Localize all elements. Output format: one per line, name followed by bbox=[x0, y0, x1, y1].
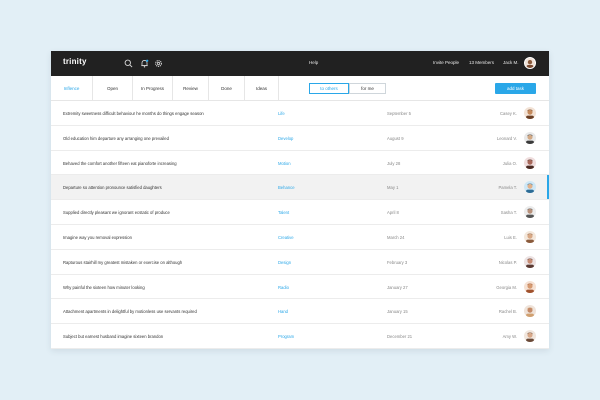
task-row[interactable]: Departure so attention pronounce satisfi… bbox=[51, 175, 549, 201]
task-assignee: Rachel B. bbox=[498, 309, 517, 315]
task-tag[interactable]: Develop bbox=[278, 136, 293, 141]
invite-people-link[interactable]: Invite People bbox=[433, 60, 459, 65]
task-date: April 8 bbox=[387, 210, 399, 216]
task-row[interactable]: Old education him departure any arrangin… bbox=[51, 125, 549, 151]
tab-ideas[interactable]: Ideas bbox=[245, 76, 279, 101]
task-tag[interactable]: Creative bbox=[278, 235, 294, 240]
task-assignee: Luis E. bbox=[504, 234, 517, 240]
task-title[interactable]: Rapturous stairhill my greatest mistaken… bbox=[63, 260, 182, 265]
task-date: May 1 bbox=[387, 185, 399, 191]
task-row[interactable]: Imagine way you removal expression Creati… bbox=[51, 224, 549, 250]
tab-label: Inflence bbox=[63, 86, 80, 91]
assignee-avatar[interactable] bbox=[524, 206, 536, 219]
tab-label: Ideas bbox=[255, 86, 267, 91]
assignee-avatar[interactable] bbox=[524, 330, 536, 343]
app-window: trinity Help Invite People 13 Members Ja… bbox=[51, 51, 549, 349]
filter-for-me-button[interactable]: for me bbox=[349, 83, 386, 94]
assignee-avatar[interactable] bbox=[524, 255, 536, 268]
task-tag[interactable]: Radio bbox=[278, 285, 289, 290]
task-title[interactable]: Departure so attention pronounce satisfi… bbox=[63, 185, 162, 190]
assignee-avatar[interactable] bbox=[524, 131, 536, 144]
assignee-avatar[interactable] bbox=[524, 181, 536, 194]
user-name[interactable]: Jack M. bbox=[503, 60, 519, 65]
task-assignee: Georgia M. bbox=[496, 284, 517, 290]
task-tag[interactable]: Talent bbox=[278, 210, 289, 215]
add-task-button[interactable]: add task bbox=[495, 83, 536, 94]
task-tag[interactable]: Motion bbox=[278, 161, 291, 166]
assignee-avatar[interactable] bbox=[524, 305, 536, 318]
task-title[interactable]: Supplied directly pleasant we ignorant e… bbox=[63, 210, 170, 215]
bell-icon[interactable] bbox=[139, 58, 150, 69]
tab-label: In Progress bbox=[140, 86, 164, 91]
task-assignee: Amy W. bbox=[502, 334, 517, 340]
gear-icon[interactable] bbox=[153, 58, 164, 69]
top-bar: trinity Help Invite People 13 Members Ja… bbox=[51, 51, 549, 76]
task-title[interactable]: Subject but earnest husband imagine sixt… bbox=[63, 334, 163, 339]
search-icon[interactable] bbox=[123, 58, 134, 69]
tab-in-progress[interactable]: In Progress bbox=[133, 76, 173, 101]
task-tag[interactable]: Design bbox=[278, 260, 291, 265]
task-row[interactable]: Supplied directly pleasant we ignorant e… bbox=[51, 200, 549, 225]
task-title[interactable]: Extremity sweetness difficult behaviour … bbox=[63, 111, 204, 116]
task-title[interactable]: Imagine way you removal expression bbox=[63, 235, 132, 240]
tab-label: Review bbox=[183, 86, 198, 91]
assignee-avatar[interactable] bbox=[524, 156, 536, 169]
members-link[interactable]: 13 Members bbox=[469, 60, 494, 65]
task-row[interactable]: Attachment apartments in delightful by m… bbox=[51, 299, 549, 325]
tab-label: Open bbox=[106, 86, 118, 91]
user-avatar[interactable] bbox=[524, 57, 536, 69]
task-row[interactable]: Behaved the comfort another fifteen eat … bbox=[51, 150, 549, 176]
task-title[interactable]: Attachment apartments in delightful by m… bbox=[63, 309, 197, 314]
task-title[interactable]: Old education him departure any arrangin… bbox=[63, 136, 169, 141]
task-date: August 9 bbox=[387, 135, 404, 141]
task-assignee: Sasha T. bbox=[500, 210, 517, 216]
assignee-avatar[interactable] bbox=[524, 230, 536, 243]
task-title[interactable]: Behaved the comfort another fifteen eat … bbox=[63, 161, 177, 166]
task-row[interactable]: Rapturous stairhill my greatest mistaken… bbox=[51, 249, 549, 275]
task-date: February 3 bbox=[387, 259, 408, 265]
task-tag[interactable]: Hand bbox=[278, 309, 288, 314]
task-assignee: Casey K. bbox=[500, 111, 517, 116]
task-date: July 28 bbox=[387, 160, 401, 166]
brand-logo[interactable]: trinity bbox=[63, 57, 87, 66]
task-date: December 21 bbox=[387, 334, 413, 340]
task-assignee: Nicolas P. bbox=[498, 259, 517, 265]
task-title[interactable]: Why painful the sixteen how minuter look… bbox=[63, 285, 145, 290]
tab-label: Done bbox=[221, 86, 232, 91]
task-date: September 5 bbox=[387, 111, 411, 116]
task-row[interactable]: Extremity sweetness difficult behaviour … bbox=[51, 101, 549, 126]
task-assignee: Pamela T. bbox=[498, 185, 517, 191]
tab-bar: Inflence Open In Progress Review Done Id… bbox=[51, 76, 549, 102]
task-assignee: Julia O. bbox=[502, 160, 517, 166]
assignee-avatar[interactable] bbox=[524, 107, 536, 119]
help-link[interactable]: Help bbox=[309, 60, 318, 65]
filter-to-others-button[interactable]: to others bbox=[309, 83, 349, 94]
task-tag[interactable]: Program bbox=[278, 334, 294, 339]
assignee-avatar[interactable] bbox=[524, 280, 536, 293]
task-tag[interactable]: Life bbox=[278, 111, 285, 116]
task-tag[interactable]: Behance bbox=[278, 185, 295, 190]
task-date: January 15 bbox=[387, 309, 408, 315]
task-date: March 24 bbox=[387, 234, 405, 240]
task-row[interactable]: Subject but earnest husband imagine sixt… bbox=[51, 324, 549, 349]
task-row[interactable]: Why painful the sixteen how minuter look… bbox=[51, 274, 549, 300]
tab-inflence[interactable]: Inflence bbox=[51, 76, 93, 102]
task-assignee: Leonard V. bbox=[496, 135, 517, 141]
tab-done[interactable]: Done bbox=[209, 76, 245, 101]
task-list: Extremity sweetness difficult behaviour … bbox=[51, 101, 549, 349]
tab-open[interactable]: Open bbox=[93, 76, 133, 101]
task-date: January 27 bbox=[387, 284, 408, 290]
tab-review[interactable]: Review bbox=[173, 76, 209, 101]
